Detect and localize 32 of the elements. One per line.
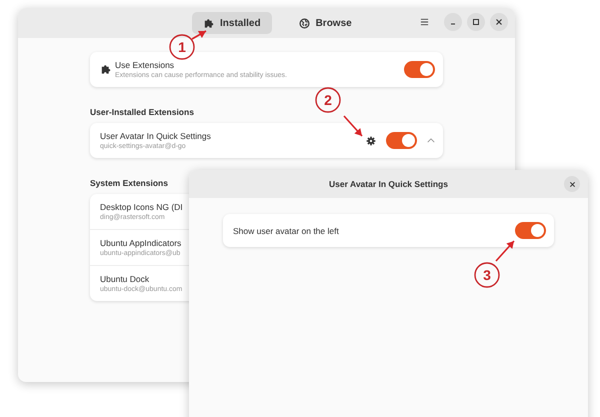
callout-arrow bbox=[495, 240, 515, 262]
close-icon bbox=[495, 18, 503, 26]
toggle-switch[interactable] bbox=[515, 222, 546, 239]
close-icon bbox=[568, 180, 576, 188]
extension-name: Ubuntu AppIndicators bbox=[100, 238, 182, 248]
extension-name: Desktop Icons NG (DI bbox=[100, 202, 183, 212]
callout-arrow bbox=[343, 115, 363, 137]
tab[interactable]: Browse bbox=[288, 12, 363, 34]
section-heading: System Extensions bbox=[90, 178, 168, 188]
puzzle-icon bbox=[203, 18, 214, 28]
callout-arrow bbox=[192, 30, 206, 40]
extension-name: Ubuntu Dock bbox=[100, 274, 150, 284]
chevron-up-icon[interactable] bbox=[427, 138, 435, 143]
close-button[interactable] bbox=[490, 13, 508, 31]
callout-marker: 1 bbox=[169, 34, 195, 60]
maximize-button[interactable] bbox=[467, 13, 485, 31]
globe-icon bbox=[298, 18, 310, 28]
dialog-title: User Avatar In Quick Settings bbox=[329, 179, 448, 189]
menu-icon[interactable] bbox=[420, 18, 429, 26]
toggle-switch[interactable] bbox=[386, 132, 417, 149]
section-heading: User-Installed Extensions bbox=[90, 107, 194, 117]
close-button[interactable] bbox=[564, 176, 580, 192]
maximize-icon bbox=[472, 18, 480, 26]
toggle-switch[interactable] bbox=[404, 61, 435, 78]
option-label: Show user avatar on the left bbox=[233, 226, 339, 236]
setting-title: Use Extensions bbox=[115, 60, 174, 70]
extension-name: User Avatar In Quick Settings bbox=[100, 131, 211, 141]
settings-icon[interactable] bbox=[366, 136, 376, 146]
puzzle-icon bbox=[100, 64, 111, 75]
tab[interactable]: Installed bbox=[192, 12, 272, 34]
callout-marker: 2 bbox=[315, 87, 341, 113]
callout-marker: 3 bbox=[474, 262, 500, 288]
